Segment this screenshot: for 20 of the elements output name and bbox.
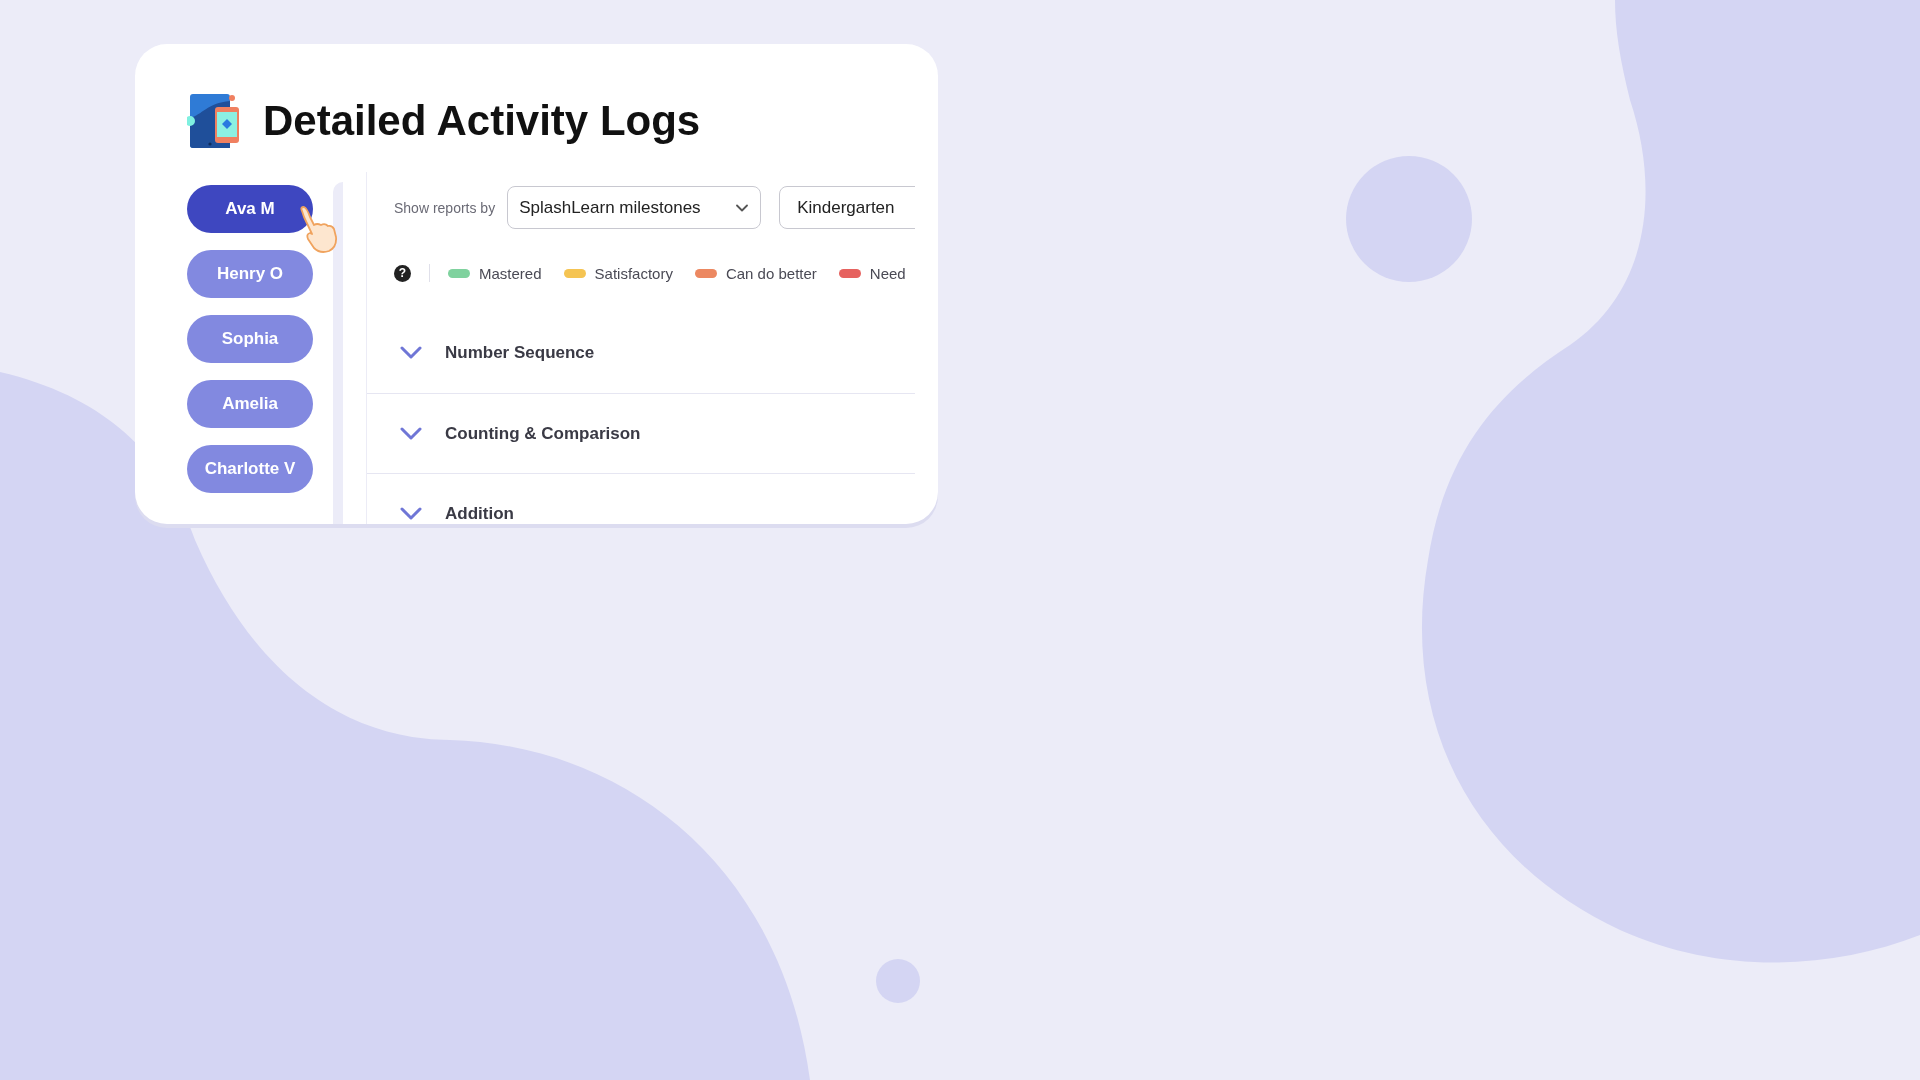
legend-label: Satisfactory xyxy=(594,264,673,282)
legend-label: Mastered xyxy=(479,264,542,282)
legend-label: Need xyxy=(869,264,906,282)
report-type-dropdown[interactable]: SplashLearn milestones xyxy=(507,186,762,229)
chevron-down-icon xyxy=(736,203,749,212)
help-icon[interactable]: ? xyxy=(394,264,411,282)
topic-title[interactable]: Counting & Comparison xyxy=(445,423,641,444)
chevron-down-icon[interactable] xyxy=(400,506,422,521)
student-button[interactable]: Ava M xyxy=(187,185,313,233)
legend-label: Can do better xyxy=(725,264,817,282)
filter-label: Show reports by xyxy=(394,199,496,216)
decorative-circle xyxy=(876,959,920,1003)
chevron-down-icon[interactable] xyxy=(400,346,422,360)
topic-title[interactable]: Number Sequence xyxy=(445,343,595,363)
page-title: Detailed Activity Logs xyxy=(263,96,701,145)
chevron-down-icon[interactable] xyxy=(400,426,422,441)
topic-title[interactable]: Addition xyxy=(445,503,514,524)
pointing-hand-icon xyxy=(298,205,340,253)
grade-dropdown[interactable]: Kindergarten xyxy=(779,186,915,229)
tablet-phone-icon xyxy=(187,92,241,149)
